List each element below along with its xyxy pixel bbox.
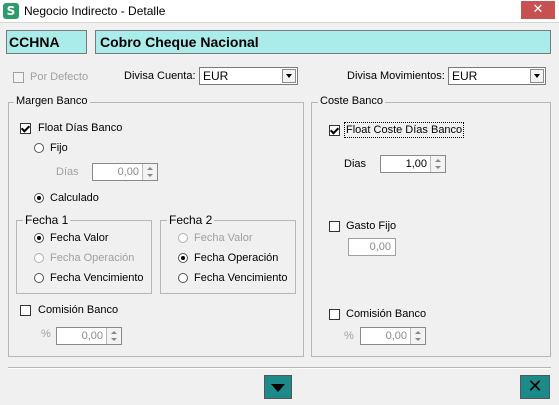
operation-code-field[interactable]: CCHNA (6, 30, 87, 54)
coste-pct-label: % (344, 330, 354, 342)
divisa-movimientos-value: EUR (452, 69, 478, 83)
margen-dias-value: 0,00 (117, 166, 139, 178)
coste-pct-stepper[interactable]: 0,00 (360, 327, 426, 345)
footer-divider (8, 367, 551, 369)
coste-pct-value: 0,00 (385, 330, 407, 342)
operation-description-field[interactable]: Cobro Cheque Nacional (95, 30, 551, 54)
calculado-radio[interactable] (34, 193, 44, 203)
gasto-fijo-value: 0,00 (369, 241, 391, 253)
fijo-label: Fijo (50, 142, 68, 154)
float-dias-banco-checkbox[interactable] (20, 123, 31, 134)
coste-dias-value: 1,00 (405, 158, 427, 170)
stepper-buttons[interactable] (142, 164, 157, 180)
fecha2-fecha-valor-radio[interactable] (178, 233, 188, 243)
fecha2-title: Fecha 2 (167, 213, 215, 227)
por-defecto-label: Por Defecto (30, 71, 89, 83)
margen-comision-banco-checkbox[interactable] (20, 305, 31, 316)
app-icon: S (3, 3, 19, 19)
fecha1-fecha-valor-radio[interactable] (34, 233, 44, 243)
coste-banco-title: Coste Banco (318, 95, 385, 107)
margen-pct-value: 0,00 (81, 330, 103, 342)
margen-pct-stepper[interactable]: 0,00 (56, 327, 122, 345)
fecha2-fecha-valor-label: Fecha Valor (194, 232, 253, 244)
gasto-fijo-label: Gasto Fijo (346, 220, 397, 232)
fecha1-fecha-vencimiento-radio[interactable] (34, 273, 44, 283)
fecha2-fecha-vencimiento-radio[interactable] (178, 273, 188, 283)
margen-pct-label: % (41, 328, 51, 340)
por-defecto-checkbox[interactable] (13, 72, 24, 83)
coste-comision-banco-label: Comisión Banco (346, 308, 427, 320)
gasto-fijo-input[interactable]: 0,00 (348, 238, 396, 256)
stepper-buttons[interactable] (410, 328, 425, 344)
fecha1-fecha-valor-label: Fecha Valor (50, 232, 109, 244)
fecha2-fecha-vencimiento-label: Fecha Vencimiento (194, 272, 288, 284)
divisa-movimientos-select[interactable]: EUR (448, 67, 546, 85)
float-coste-dias-banco-checkbox[interactable] (329, 125, 340, 136)
fijo-radio[interactable] (34, 143, 44, 153)
divisa-movimientos-label: Divisa Movimientos: (347, 70, 445, 82)
float-coste-dias-banco-label: Float Coste Días Banco (343, 122, 465, 138)
calculado-label: Calculado (50, 192, 99, 204)
coste-comision-banco-checkbox[interactable] (329, 309, 340, 320)
margen-dias-stepper[interactable]: 0,00 (92, 163, 158, 181)
stepper-buttons[interactable] (430, 156, 445, 172)
margen-banco-title: Margen Banco (14, 95, 90, 107)
margen-comision-banco-label: Comisión Banco (38, 304, 119, 316)
fecha1-fecha-operacion-radio[interactable] (34, 253, 44, 263)
window-title: Negocio Indirecto - Detalle (24, 4, 166, 18)
window-close-button[interactable]: ✕ (521, 1, 555, 19)
coste-dias-stepper[interactable]: 1,00 (380, 155, 446, 173)
stepper-buttons[interactable] (106, 328, 121, 344)
float-dias-banco-label: Float Días Banco (38, 122, 123, 134)
divisa-cuenta-label: Divisa Cuenta: (124, 70, 196, 82)
fecha1-fecha-vencimiento-label: Fecha Vencimiento (50, 272, 144, 284)
fecha1-title: Fecha 1 (23, 213, 71, 227)
down-arrow-button[interactable] (264, 375, 292, 399)
gasto-fijo-checkbox[interactable] (329, 221, 340, 232)
divisa-cuenta-select[interactable]: EUR (199, 67, 298, 85)
divisa-cuenta-value: EUR (203, 69, 229, 83)
dias-label: Días (56, 166, 79, 178)
chevron-down-icon[interactable] (530, 69, 544, 83)
chevron-down-icon[interactable] (282, 69, 296, 83)
fecha2-fecha-operacion-radio[interactable] (178, 253, 188, 263)
fecha1-fecha-operacion-label: Fecha Operación (50, 252, 135, 264)
fecha2-fecha-operacion-label: Fecha Operación (194, 252, 279, 264)
coste-dias-label: Dias (344, 158, 367, 170)
title-bar: S Negocio Indirecto - Detalle ✕ (0, 0, 559, 23)
close-dialog-button[interactable]: ✕ (520, 375, 550, 399)
